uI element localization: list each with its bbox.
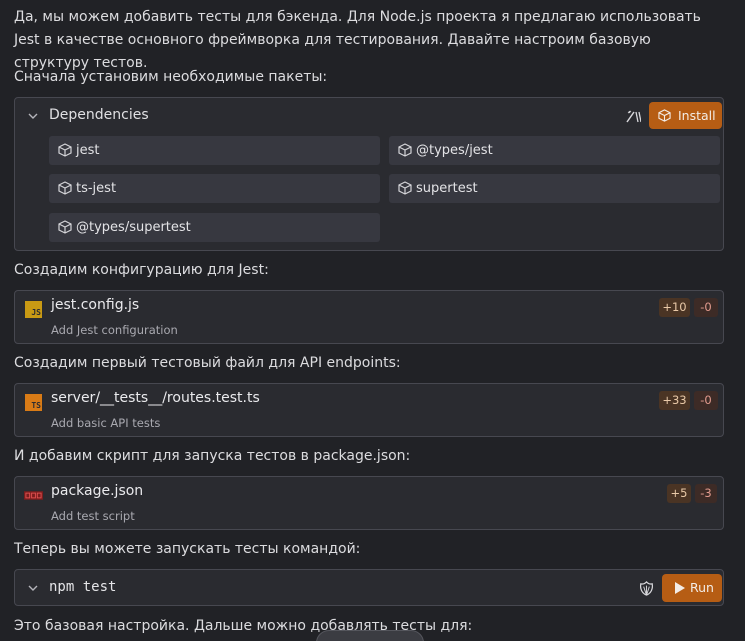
package-icon	[398, 143, 412, 157]
file-description: Add test script	[51, 509, 135, 523]
js-file-icon: JS	[25, 301, 42, 318]
file-card-package-json[interactable]: package.json Add test script +5 -3	[14, 476, 724, 530]
package-icon	[658, 109, 671, 122]
shell-icon[interactable]	[638, 580, 655, 597]
lines-removed-badge: -3	[695, 484, 717, 503]
package-icon	[398, 181, 412, 195]
package-icon	[58, 220, 72, 234]
file-description: Add Jest configuration	[51, 323, 178, 337]
package-name: ts-jest	[76, 181, 117, 196]
file-name: package.json	[51, 483, 144, 499]
intro-text: Да, мы можем добавить тесты для бэкенда.…	[14, 9, 701, 71]
chat-response: Да, мы можем добавить тесты для бэкенда.…	[0, 0, 745, 641]
dependencies-card: Dependencies Install jest @types/jest ts…	[14, 97, 724, 251]
create-config-text: Создадим конфигурацию для Jest:	[14, 262, 269, 278]
play-icon	[675, 582, 685, 594]
file-name: jest.config.js	[51, 297, 140, 313]
package-item: ts-jest	[49, 174, 380, 203]
file-card-jest-config[interactable]: JS jest.config.js Add Jest configuration…	[14, 290, 724, 344]
package-item: @types/supertest	[49, 213, 380, 242]
lines-removed-badge: -0	[694, 391, 718, 410]
command-text: npm test	[49, 579, 117, 595]
run-button[interactable]: Run	[662, 574, 722, 602]
npm-file-icon	[24, 491, 43, 500]
lines-removed-badge: -0	[694, 298, 718, 317]
package-item: @types/jest	[389, 136, 720, 165]
lines-added-badge: +33	[659, 391, 690, 410]
package-name: @types/jest	[416, 143, 493, 158]
install-button-label: Install	[678, 108, 716, 123]
file-name: server/__tests__/routes.test.ts	[51, 390, 260, 406]
lines-added-badge: +10	[659, 298, 690, 317]
chevron-down-icon[interactable]	[27, 582, 39, 594]
dependencies-header[interactable]: Dependencies Install	[15, 98, 723, 134]
add-script-text: И добавим скрипт для запуска тестов в pa…	[14, 448, 411, 464]
file-card-routes-test[interactable]: TS server/__tests__/routes.test.ts Add b…	[14, 383, 724, 437]
lines-added-badge: +5	[667, 484, 691, 503]
create-test-file-text: Создадим первый тестовый файл для API en…	[14, 355, 401, 371]
install-button[interactable]: Install	[649, 102, 722, 129]
dependencies-title: Dependencies	[49, 107, 149, 123]
package-icon	[58, 181, 72, 195]
package-name: @types/supertest	[76, 220, 191, 235]
package-item: jest	[49, 136, 380, 165]
chevron-down-icon[interactable]	[27, 110, 39, 122]
scroll-to-bottom-button[interactable]	[316, 630, 424, 641]
file-description: Add basic API tests	[51, 416, 161, 430]
magic-wand-icon[interactable]	[625, 108, 641, 124]
ts-file-icon: TS	[25, 394, 42, 411]
run-tests-text: Теперь вы можете запускать тесты командо…	[14, 541, 361, 557]
run-button-label: Run	[690, 580, 714, 595]
package-item: supertest	[389, 174, 720, 203]
package-icon	[58, 143, 72, 157]
install-packages-text: Сначала установим необходимые пакеты:	[14, 69, 328, 85]
package-name: jest	[76, 143, 100, 158]
package-name: supertest	[416, 181, 478, 196]
command-card: npm test Run	[14, 569, 724, 606]
